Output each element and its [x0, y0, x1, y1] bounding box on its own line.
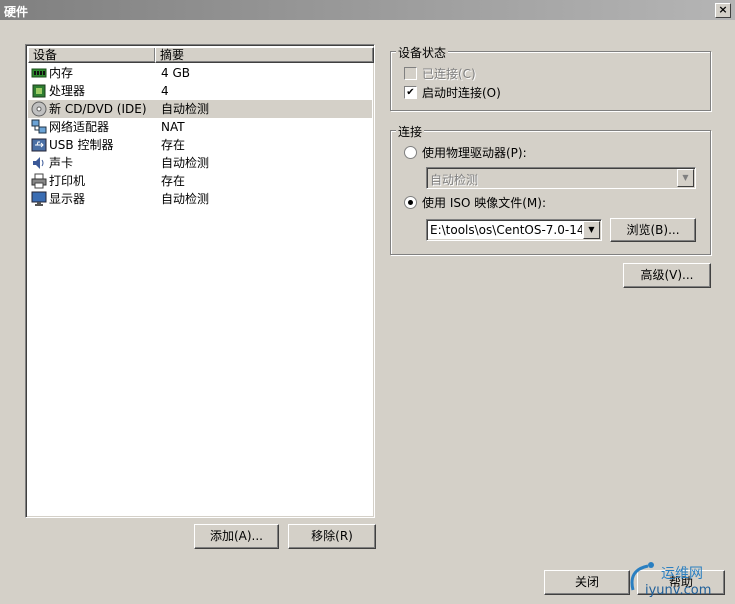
device-row-sound-card[interactable]: 声卡 自动检测: [28, 154, 372, 172]
device-row-printer[interactable]: 打印机 存在: [28, 172, 372, 190]
connection-group-label: 连接: [396, 123, 425, 140]
device-name: USB 控制器: [49, 138, 114, 152]
device-row-processor[interactable]: 处理器 4: [28, 82, 372, 100]
device-list[interactable]: 设备 摘要 内存 4 GB 处理器 4 新 CD/DVD (IDE) 自动检测 …: [25, 44, 375, 518]
column-header-summary[interactable]: 摘要: [155, 47, 374, 63]
device-name: 显示器: [49, 192, 86, 206]
device-name: 内存: [49, 66, 74, 80]
chevron-down-icon[interactable]: ▼: [583, 221, 600, 239]
device-summary: 存在: [161, 138, 186, 152]
connected-label: 已连接(C): [422, 67, 476, 81]
network-adapter-icon: [31, 119, 47, 134]
close-button[interactable]: 关闭: [544, 570, 630, 595]
memory-icon: [31, 68, 47, 78]
chevron-down-icon[interactable]: ▼: [677, 169, 694, 187]
advanced-button[interactable]: 高级(V)...: [623, 263, 711, 288]
browse-button[interactable]: 浏览(B)...: [610, 218, 696, 242]
device-summary: 自动检测: [161, 192, 210, 206]
device-name: 网络适配器: [49, 120, 110, 134]
watermark-url: iyunv.com: [645, 583, 711, 598]
device-row-usb-controller[interactable]: USB 控制器 存在: [28, 136, 372, 154]
iso-path-value[interactable]: E:\tools\os\CentOS-7.0-1406: [430, 223, 582, 237]
title-bar: 硬件 ×: [0, 0, 735, 20]
add-device-button[interactable]: 添加(A)...: [194, 524, 279, 549]
physical-drive-select[interactable]: 自动检测 ▼: [426, 167, 696, 189]
watermark-text: 运维网: [661, 566, 703, 582]
device-summary: 4 GB: [161, 66, 190, 80]
watermark-logo: 运维网 iyunv.com: [630, 562, 711, 598]
usb-icon: [31, 138, 47, 152]
processor-icon: [32, 84, 46, 98]
physical-drive-value: 自动检测: [430, 173, 479, 187]
device-name: 处理器: [49, 84, 86, 98]
iso-image-label: 使用 ISO 映像文件(M):: [422, 196, 546, 210]
connect-at-power-on-label: 启动时连接(O): [422, 86, 501, 100]
physical-drive-radio[interactable]: [404, 146, 417, 159]
iso-path-combo[interactable]: E:\tools\os\CentOS-7.0-1406 ▼: [426, 219, 602, 241]
device-row-cd-dvd[interactable]: 新 CD/DVD (IDE) 自动检测: [28, 100, 372, 118]
printer-icon: [31, 173, 47, 189]
column-header-device[interactable]: 设备: [28, 47, 156, 63]
sound-card-icon: [33, 157, 44, 169]
connect-at-power-on-checkbox[interactable]: ✔: [404, 86, 417, 99]
connected-checkbox[interactable]: [404, 67, 417, 80]
window-title: 硬件: [4, 5, 29, 19]
device-name: 新 CD/DVD (IDE): [49, 102, 147, 116]
device-summary: 4: [161, 84, 169, 98]
remove-device-button[interactable]: 移除(R): [288, 524, 376, 549]
cd-dvd-icon: [31, 101, 47, 117]
iso-image-radio[interactable]: [404, 196, 417, 209]
device-row-memory[interactable]: 内存 4 GB: [28, 64, 372, 82]
monitor-icon: [31, 191, 47, 206]
device-name: 声卡: [49, 156, 74, 170]
physical-drive-label: 使用物理驱动器(P):: [422, 146, 527, 160]
device-row-monitor[interactable]: 显示器 自动检测: [28, 190, 372, 208]
device-summary: NAT: [161, 120, 185, 134]
device-list-header: 设备 摘要: [28, 47, 374, 63]
device-summary: 自动检测: [161, 102, 210, 116]
device-summary: 存在: [161, 174, 186, 188]
close-window-button[interactable]: ×: [715, 3, 731, 18]
device-name: 打印机: [49, 174, 86, 188]
device-summary: 自动检测: [161, 156, 210, 170]
device-row-network-adapter[interactable]: 网络适配器 NAT: [28, 118, 372, 136]
device-status-group-label: 设备状态: [396, 44, 449, 61]
